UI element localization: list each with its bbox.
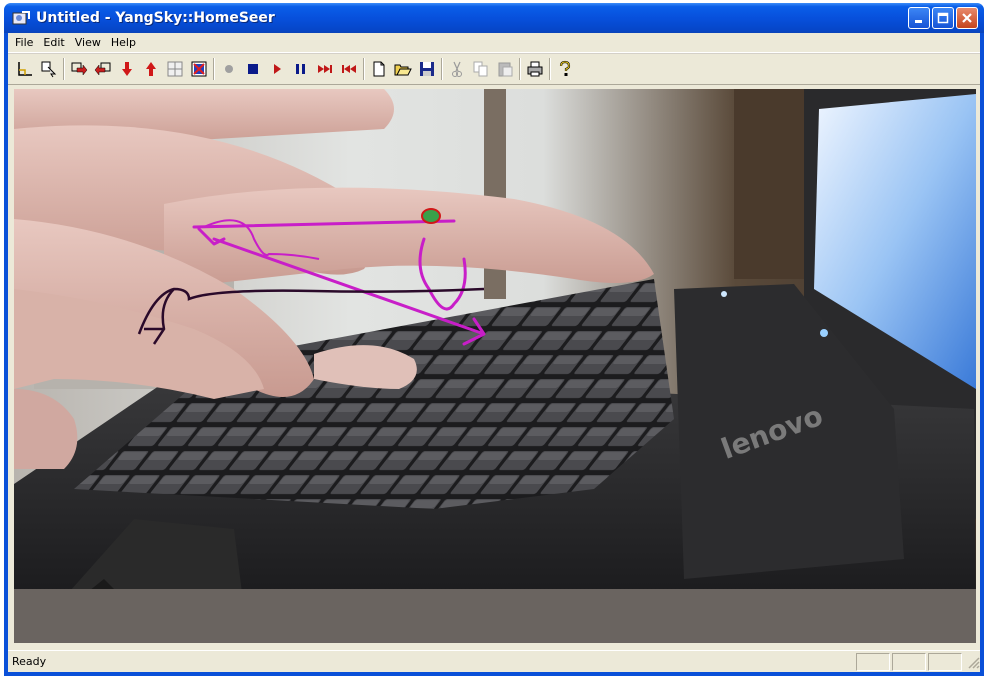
app-icon bbox=[12, 11, 30, 25]
back-arrow-icon bbox=[94, 62, 111, 76]
save-icon bbox=[420, 62, 434, 76]
tracking-marker bbox=[421, 208, 441, 224]
axis-button[interactable] bbox=[14, 58, 36, 80]
up-arrow-icon bbox=[146, 62, 156, 76]
stop-icon bbox=[248, 64, 258, 74]
status-bar: Ready bbox=[8, 650, 980, 672]
axis-icon bbox=[18, 62, 32, 76]
open-folder-button[interactable] bbox=[392, 58, 414, 80]
status-pane bbox=[892, 652, 926, 671]
pause-icon bbox=[296, 64, 305, 74]
menu-edit[interactable]: Edit bbox=[38, 34, 69, 51]
copy-button[interactable] bbox=[470, 58, 492, 80]
client-area: File Edit View Help lenovo Ready bbox=[8, 33, 980, 672]
fast-forward-button[interactable] bbox=[314, 58, 336, 80]
menu-help[interactable]: Help bbox=[106, 34, 141, 51]
fast-forward-icon bbox=[318, 65, 332, 73]
new-file-icon bbox=[373, 61, 385, 77]
target-grid-icon bbox=[191, 61, 207, 77]
play-button[interactable] bbox=[266, 58, 288, 80]
grid-icon bbox=[167, 61, 183, 77]
paste-icon bbox=[498, 62, 513, 77]
video-view[interactable]: lenovo bbox=[14, 89, 976, 643]
help-icon bbox=[559, 60, 571, 76]
grid-button[interactable] bbox=[164, 58, 186, 80]
paste-button[interactable] bbox=[494, 58, 516, 80]
forward-arrow-icon bbox=[71, 62, 88, 76]
up-button[interactable] bbox=[140, 58, 162, 80]
rewind-button[interactable] bbox=[338, 58, 360, 80]
back-button[interactable] bbox=[92, 58, 114, 80]
record-icon bbox=[225, 65, 233, 73]
forward-button[interactable] bbox=[68, 58, 90, 80]
down-arrow-icon bbox=[122, 62, 132, 76]
stop-button[interactable] bbox=[242, 58, 264, 80]
status-pane bbox=[856, 652, 890, 671]
copy-icon bbox=[473, 61, 488, 77]
print-button[interactable] bbox=[524, 58, 546, 80]
record-button[interactable] bbox=[218, 58, 240, 80]
toolbar-separator bbox=[441, 58, 443, 80]
menu-view[interactable]: View bbox=[70, 34, 106, 51]
close-button[interactable] bbox=[956, 7, 978, 29]
toolbar-separator bbox=[213, 58, 215, 80]
window-title: Untitled - YangSky::HomeSeer bbox=[36, 10, 275, 26]
minimize-icon bbox=[915, 20, 922, 23]
toolbar-separator bbox=[519, 58, 521, 80]
cut-button[interactable] bbox=[446, 58, 468, 80]
toolbar bbox=[8, 53, 980, 85]
resize-grip-icon[interactable] bbox=[966, 655, 980, 669]
status-text: Ready bbox=[12, 655, 47, 668]
save-button[interactable] bbox=[416, 58, 438, 80]
minimize-button[interactable] bbox=[908, 7, 930, 29]
play-icon bbox=[274, 64, 281, 74]
copy-pointer-button[interactable] bbox=[38, 58, 60, 80]
maximize-icon bbox=[937, 12, 949, 24]
down-button[interactable] bbox=[116, 58, 138, 80]
toolbar-separator bbox=[549, 58, 551, 80]
close-icon bbox=[962, 13, 972, 23]
title-bar[interactable]: Untitled - YangSky::HomeSeer bbox=[4, 3, 984, 33]
target-grid-button[interactable] bbox=[188, 58, 210, 80]
cut-icon bbox=[452, 61, 462, 77]
maximize-button[interactable] bbox=[932, 7, 954, 29]
open-folder-icon bbox=[394, 64, 412, 76]
toolbar-separator bbox=[63, 58, 65, 80]
copy-pointer-icon bbox=[41, 61, 57, 78]
status-pane bbox=[928, 652, 962, 671]
new-file-button[interactable] bbox=[368, 58, 390, 80]
menu-bar: File Edit View Help bbox=[8, 33, 980, 53]
camera-frame: lenovo bbox=[14, 89, 976, 643]
menu-file[interactable]: File bbox=[10, 34, 38, 51]
print-icon bbox=[527, 61, 543, 77]
pause-button[interactable] bbox=[290, 58, 312, 80]
help-button[interactable] bbox=[554, 58, 576, 80]
rewind-icon bbox=[342, 65, 356, 73]
toolbar-separator bbox=[363, 58, 365, 80]
app-window: Untitled - YangSky::HomeSeer File Edit V… bbox=[4, 3, 984, 676]
